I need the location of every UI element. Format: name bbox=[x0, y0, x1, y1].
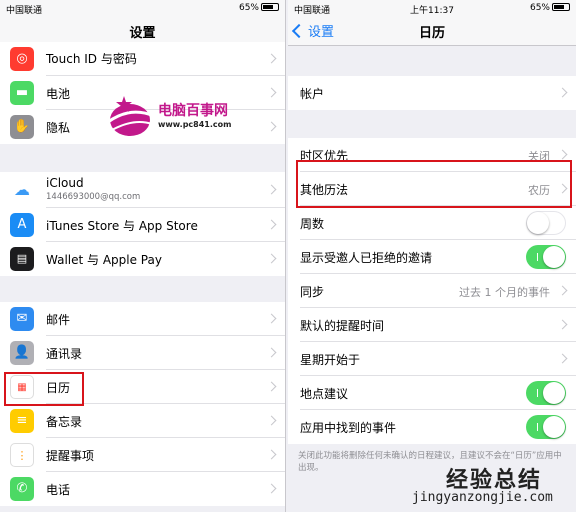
account-email: 1446693000@qq.com bbox=[46, 192, 141, 202]
row-label: 默认的提醒时间 bbox=[300, 319, 385, 333]
row-label: 显示受邀人已拒绝的邀请 bbox=[300, 251, 433, 265]
calendar-row-events-found-in-apps: 应用中找到的事件 bbox=[288, 410, 576, 444]
app-store-icon: A bbox=[10, 213, 34, 237]
chevron-right-icon bbox=[266, 381, 277, 392]
watermark-logo-icon bbox=[107, 96, 155, 136]
row-label: 时区优先 bbox=[300, 149, 349, 163]
show-declined-toggle[interactable] bbox=[526, 245, 566, 269]
mail-icon: ✉ bbox=[10, 307, 34, 331]
hand-icon: ✋ bbox=[10, 115, 34, 139]
chevron-right-icon bbox=[266, 219, 277, 230]
settings-row-phone[interactable]: ✆ 电话 bbox=[0, 472, 285, 506]
watermark-name: 电脑百事网 bbox=[158, 103, 228, 119]
battery-level-icon bbox=[552, 3, 570, 11]
row-label: 其他历法 bbox=[300, 183, 349, 197]
chevron-right-icon bbox=[266, 483, 277, 494]
chevron-right-icon bbox=[266, 415, 277, 426]
chevron-right-icon bbox=[557, 183, 568, 194]
events-found-in-apps-toggle[interactable] bbox=[526, 415, 566, 439]
contacts-icon: 👤 bbox=[10, 341, 34, 365]
row-label: 周数 bbox=[300, 217, 325, 231]
chevron-right-icon bbox=[266, 313, 277, 324]
row-label: 星期开始于 bbox=[300, 353, 361, 367]
row-label: Touch ID 与密码 bbox=[46, 52, 137, 66]
settings-row-wallet[interactable]: ▤ Wallet 与 Apple Pay bbox=[0, 242, 285, 276]
row-value: 过去 1 个月的事件 bbox=[459, 286, 550, 299]
watermark-site-url: jingyanzongjie.com bbox=[412, 490, 553, 505]
row-value: 农历 bbox=[528, 184, 550, 197]
calendar-row-accounts[interactable]: 帐户 bbox=[288, 76, 576, 110]
calendar-row-week-numbers: 周数 bbox=[288, 206, 576, 240]
settings-row-contacts[interactable]: 👤 通讯录 bbox=[0, 336, 285, 370]
page-title: 日历 bbox=[418, 26, 445, 41]
calendar-row-alternate-calendars[interactable]: 其他历法 农历 bbox=[288, 172, 576, 206]
chevron-right-icon bbox=[266, 53, 277, 64]
page-title: 设置 bbox=[129, 26, 156, 41]
row-label: 同步 bbox=[300, 285, 325, 299]
calendar-row-default-alert-times[interactable]: 默认的提醒时间 bbox=[288, 308, 576, 342]
watermark-url: www.pc841.com bbox=[158, 120, 232, 129]
row-label: iCloud bbox=[46, 176, 84, 190]
chevron-right-icon bbox=[266, 253, 277, 264]
calendar-settings-screen: 中国联通 上午11:37 65% 设置 日历 帐户 时区优先 关闭 其他历法 农… bbox=[288, 0, 576, 512]
row-label: 应用中找到的事件 bbox=[300, 421, 397, 435]
chevron-right-icon bbox=[266, 347, 277, 358]
row-label: 邮件 bbox=[46, 313, 71, 327]
battery-percent: 65% bbox=[238, 3, 259, 13]
calendar-row-location-suggestions: 地点建议 bbox=[288, 376, 576, 410]
chevron-right-icon bbox=[266, 184, 277, 195]
phone-icon: ✆ bbox=[10, 477, 34, 501]
battery-level-icon bbox=[261, 3, 279, 11]
settings-row-touch-id[interactable]: ◎ Touch ID 与密码 bbox=[0, 42, 285, 76]
row-label: 提醒事项 bbox=[46, 449, 95, 463]
fingerprint-icon: ◎ bbox=[10, 47, 34, 71]
battery-status: 65% bbox=[239, 3, 279, 13]
settings-row-calendar[interactable]: ▦ 日历 bbox=[0, 370, 285, 404]
row-value: 关闭 bbox=[528, 150, 550, 163]
battery-status: 65% bbox=[530, 3, 570, 13]
chevron-right-icon bbox=[557, 149, 568, 160]
row-label: 备忘录 bbox=[46, 415, 83, 429]
calendar-row-start-week-on[interactable]: 星期开始于 bbox=[288, 342, 576, 376]
settings-row-notes[interactable]: ≡ 备忘录 bbox=[0, 404, 285, 438]
row-label: 隐私 bbox=[46, 121, 71, 135]
row-label: 电话 bbox=[46, 483, 71, 497]
chevron-right-icon bbox=[557, 285, 568, 296]
status-bar: 中国联通 65% bbox=[0, 0, 285, 16]
battery-percent: 65% bbox=[529, 3, 550, 13]
nav-bar: 设置 日历 bbox=[288, 16, 576, 46]
row-label: 日历 bbox=[46, 381, 71, 395]
row-label: 地点建议 bbox=[300, 387, 349, 401]
chevron-right-icon bbox=[266, 449, 277, 460]
settings-screen: 中国联通 65% 设置 ◎ Touch ID 与密码 ▬ 电池 ✋ 隐私 ☁ i… bbox=[0, 0, 286, 512]
week-numbers-toggle[interactable] bbox=[526, 211, 566, 235]
chevron-right-icon bbox=[266, 121, 277, 132]
row-label: iTunes Store 与 App Store bbox=[46, 219, 198, 233]
carrier-label: 中国联通 bbox=[6, 6, 43, 16]
chevron-right-icon bbox=[557, 353, 568, 364]
calendar-icon: ▦ bbox=[10, 375, 34, 399]
settings-row-mail[interactable]: ✉ 邮件 bbox=[0, 302, 285, 336]
location-suggestions-toggle[interactable] bbox=[526, 381, 566, 405]
row-label: 帐户 bbox=[300, 87, 325, 101]
notes-icon: ≡ bbox=[10, 409, 34, 433]
settings-row-itunes[interactable]: A iTunes Store 与 App Store bbox=[0, 208, 285, 242]
calendar-row-sync[interactable]: 同步 过去 1 个月的事件 bbox=[288, 274, 576, 308]
calendar-row-timezone-override[interactable]: 时区优先 关闭 bbox=[288, 138, 576, 172]
chevron-right-icon bbox=[557, 87, 568, 98]
battery-icon: ▬ bbox=[10, 81, 34, 105]
cloud-icon: ☁ bbox=[10, 178, 34, 202]
row-label: 通讯录 bbox=[46, 347, 83, 361]
chevron-right-icon bbox=[557, 319, 568, 330]
wallet-icon: ▤ bbox=[10, 247, 34, 271]
row-label: Wallet 与 Apple Pay bbox=[46, 253, 162, 267]
reminders-icon: ⋮ bbox=[10, 443, 34, 467]
chevron-right-icon bbox=[266, 87, 277, 98]
settings-row-icloud[interactable]: ☁ iCloud 1446693000@qq.com bbox=[0, 172, 285, 208]
calendar-row-show-declined: 显示受邀人已拒绝的邀请 bbox=[288, 240, 576, 274]
settings-row-reminders[interactable]: ⋮ 提醒事项 bbox=[0, 438, 285, 472]
status-bar: 中国联通 上午11:37 65% bbox=[288, 0, 576, 16]
row-label: 电池 bbox=[46, 87, 71, 101]
